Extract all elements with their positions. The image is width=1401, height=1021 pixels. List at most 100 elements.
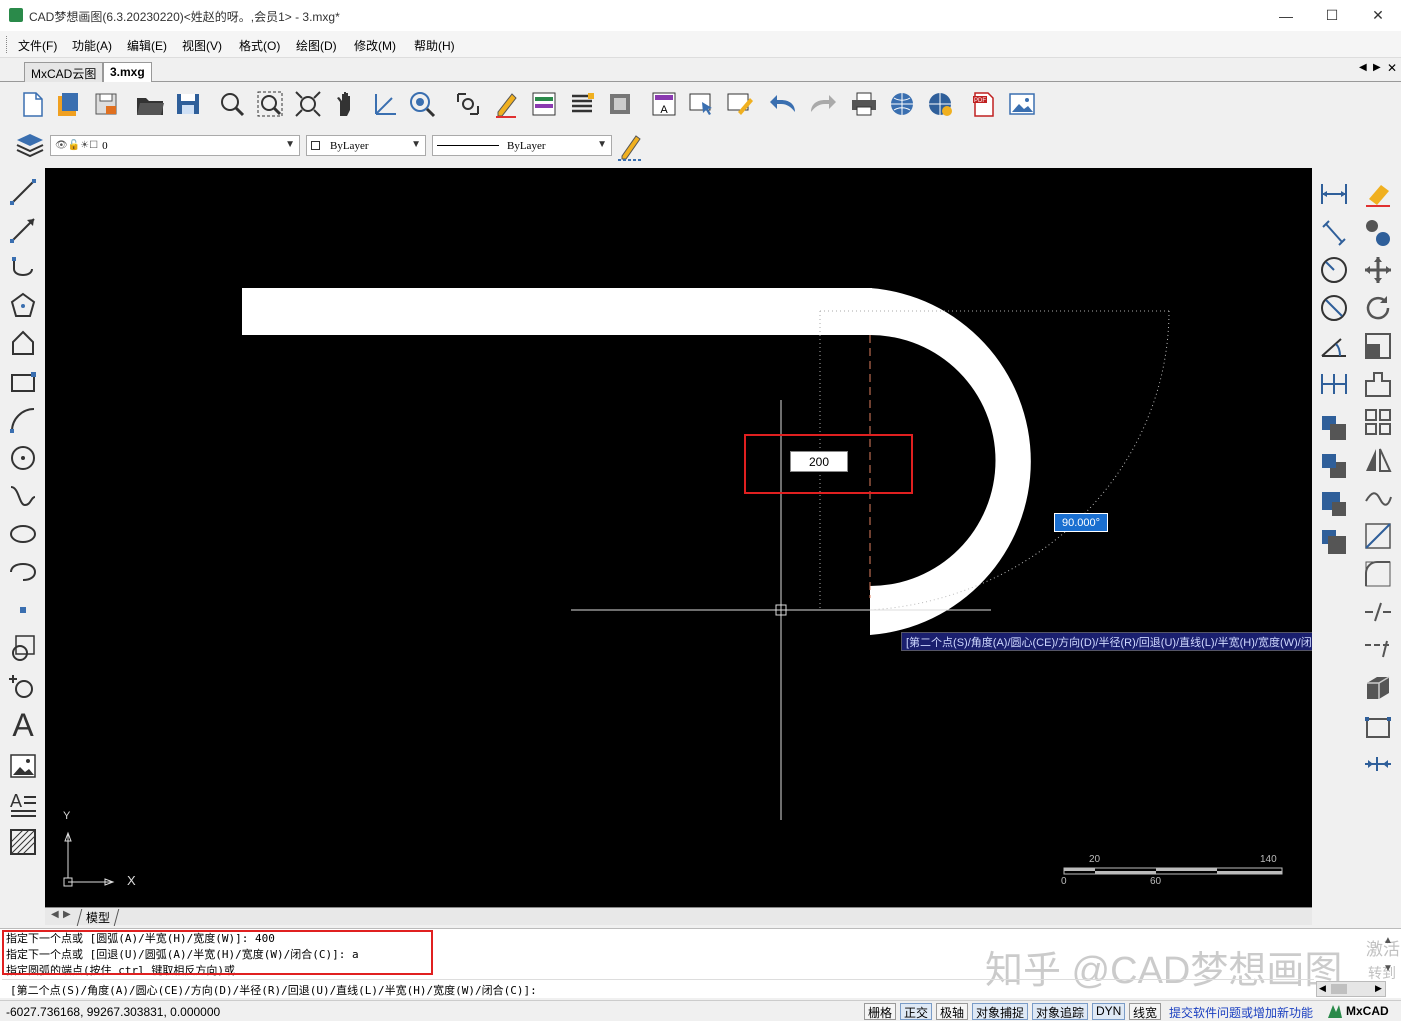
menu-format[interactable]: 格式(O) bbox=[239, 37, 280, 54]
open-folder-icon[interactable] bbox=[134, 88, 166, 120]
extend-icon[interactable] bbox=[1360, 632, 1396, 668]
tab-next-icon[interactable]: ▶ bbox=[1373, 62, 1381, 73]
layers-stack-icon[interactable] bbox=[14, 130, 46, 162]
zoom-window-icon[interactable] bbox=[216, 88, 248, 120]
ucs-axis-icon[interactable] bbox=[368, 88, 400, 120]
tab-3-mxg[interactable]: 3.mxg bbox=[103, 62, 152, 82]
make-block-icon[interactable] bbox=[6, 668, 40, 704]
continue-dimension-icon[interactable] bbox=[1316, 366, 1352, 402]
pencil-linewidth-icon[interactable] bbox=[616, 130, 646, 162]
move-icon[interactable] bbox=[1360, 252, 1396, 288]
undo-icon[interactable] bbox=[768, 88, 800, 120]
line-tool-icon[interactable] bbox=[6, 174, 40, 210]
grid-toggle[interactable]: 栅格 bbox=[864, 1003, 897, 1020]
redo-icon[interactable] bbox=[806, 88, 838, 120]
block-icon[interactable] bbox=[604, 88, 636, 120]
zoom-extents-icon[interactable] bbox=[254, 88, 286, 120]
osnap-toggle[interactable]: 对象捕捉 bbox=[972, 1003, 1029, 1020]
pentagon-tool-icon[interactable] bbox=[6, 326, 40, 362]
circle-tool-icon[interactable] bbox=[6, 440, 40, 476]
scroll-down-icon[interactable]: ▼ bbox=[1383, 963, 1393, 974]
minimize-button[interactable]: — bbox=[1263, 0, 1309, 31]
hatch-tool-icon[interactable] bbox=[6, 824, 40, 860]
match-properties-icon[interactable] bbox=[724, 88, 756, 120]
color-select[interactable]: ByLayer ▼ bbox=[306, 135, 426, 156]
save-file-icon[interactable] bbox=[90, 88, 122, 120]
draw-order-back-icon[interactable] bbox=[1316, 448, 1352, 484]
fillet-icon[interactable] bbox=[1360, 556, 1396, 592]
point-tool-icon[interactable] bbox=[6, 592, 40, 628]
offset-icon[interactable] bbox=[1360, 480, 1396, 516]
layout-next-icon[interactable]: ▶ bbox=[63, 909, 71, 920]
text-style-icon[interactable]: A bbox=[648, 88, 680, 120]
ortho-toggle[interactable]: 正交 bbox=[900, 1003, 933, 1020]
pencil-edit-icon[interactable] bbox=[490, 88, 522, 120]
erase-icon[interactable] bbox=[1360, 176, 1396, 212]
dimension-input[interactable]: 200 bbox=[790, 451, 848, 472]
explode-icon[interactable] bbox=[1360, 708, 1396, 744]
break-icon[interactable] bbox=[1360, 594, 1396, 630]
polar-toggle[interactable]: 极轴 bbox=[936, 1003, 969, 1020]
insert-image-icon[interactable] bbox=[1006, 88, 1038, 120]
menu-modify[interactable]: 修改(M) bbox=[354, 37, 396, 54]
save-as-icon[interactable] bbox=[172, 88, 204, 120]
join-icon[interactable] bbox=[1360, 746, 1396, 782]
layer-select[interactable]: 👁🔓☀☐ 0 ▼ bbox=[50, 135, 300, 156]
layer-manager-icon[interactable] bbox=[528, 88, 560, 120]
scroll-up-icon[interactable]: ▲ bbox=[1383, 935, 1393, 946]
radius-dimension-icon[interactable] bbox=[1316, 252, 1352, 288]
select-cursor-icon[interactable] bbox=[686, 88, 718, 120]
tab-close-icon[interactable]: ✕ bbox=[1387, 61, 1397, 75]
measure-area-icon[interactable] bbox=[452, 88, 484, 120]
aligned-dimension-icon[interactable] bbox=[1316, 214, 1352, 250]
web-publish-icon[interactable] bbox=[886, 88, 918, 120]
menu-function[interactable]: 功能(A) bbox=[72, 37, 112, 54]
menu-draw[interactable]: 绘图(D) bbox=[296, 37, 337, 54]
web-settings-icon[interactable] bbox=[924, 88, 956, 120]
menu-help[interactable]: 帮助(H) bbox=[414, 37, 455, 54]
mtext-tool-icon[interactable]: A bbox=[6, 786, 40, 822]
menu-edit[interactable]: 编辑(E) bbox=[127, 37, 167, 54]
tab-prev-icon[interactable]: ◀ bbox=[1359, 62, 1367, 73]
properties-list-icon[interactable] bbox=[566, 88, 598, 120]
close-button[interactable]: ✕ bbox=[1355, 0, 1401, 31]
zoom-all-icon[interactable] bbox=[292, 88, 324, 120]
tab-model[interactable]: 模型 bbox=[76, 909, 120, 926]
scale-icon[interactable] bbox=[1360, 328, 1396, 364]
copy-icon[interactable] bbox=[1360, 214, 1396, 250]
insert-block-icon[interactable] bbox=[6, 630, 40, 666]
text-tool-icon[interactable]: A bbox=[6, 706, 40, 742]
ellipse-tool-icon[interactable] bbox=[6, 516, 40, 552]
scroll-left-icon[interactable]: ◀ bbox=[1319, 983, 1326, 994]
dyn-toggle[interactable]: DYN bbox=[1092, 1003, 1126, 1020]
3d-box-icon[interactable] bbox=[1360, 670, 1396, 706]
menu-view[interactable]: 视图(V) bbox=[182, 37, 222, 54]
linear-dimension-icon[interactable] bbox=[1316, 176, 1352, 212]
angular-dimension-icon[interactable] bbox=[1316, 328, 1352, 364]
otrack-toggle[interactable]: 对象追踪 bbox=[1032, 1003, 1089, 1020]
array-icon[interactable] bbox=[1360, 404, 1396, 440]
draw-order-front-icon[interactable] bbox=[1316, 410, 1352, 446]
rectangle-tool-icon[interactable] bbox=[6, 364, 40, 400]
layout-prev-icon[interactable]: ◀ bbox=[51, 909, 59, 920]
mirror-icon[interactable] bbox=[1360, 442, 1396, 478]
spline-tool-icon[interactable] bbox=[6, 478, 40, 514]
polyline-tool-icon[interactable] bbox=[6, 250, 40, 286]
image-tool-icon[interactable] bbox=[6, 748, 40, 784]
trim-icon[interactable] bbox=[1360, 518, 1396, 554]
stretch-icon[interactable] bbox=[1360, 366, 1396, 402]
angle-input[interactable]: 90.000° bbox=[1054, 513, 1108, 532]
drawing-canvas[interactable]: 200 90.000° [第二个点(S)/角度(A)/圆心(CE)/方向(D)/… bbox=[45, 168, 1312, 907]
ray-tool-icon[interactable] bbox=[6, 212, 40, 248]
send-to-bottom-icon[interactable] bbox=[1316, 524, 1352, 560]
feedback-link[interactable]: 提交软件问题或增加新功能 bbox=[1169, 1004, 1313, 1021]
linetype-select[interactable]: ByLayer ▼ bbox=[432, 135, 612, 156]
command-hscroll[interactable]: ◀ ▶ bbox=[1316, 981, 1386, 997]
ellipse-arc-tool-icon[interactable] bbox=[6, 554, 40, 590]
print-icon[interactable] bbox=[848, 88, 880, 120]
polygon-tool-icon[interactable] bbox=[6, 288, 40, 324]
command-input[interactable]: [第二个点(S)/角度(A)/圆心(CE)/方向(D)/半径(R)/回退(U)/… bbox=[2, 979, 1314, 997]
zoom-realtime-icon[interactable] bbox=[406, 88, 438, 120]
new-file-icon[interactable] bbox=[16, 88, 48, 120]
tab-mxcad-cloud[interactable]: MxCAD云图 bbox=[24, 62, 104, 82]
